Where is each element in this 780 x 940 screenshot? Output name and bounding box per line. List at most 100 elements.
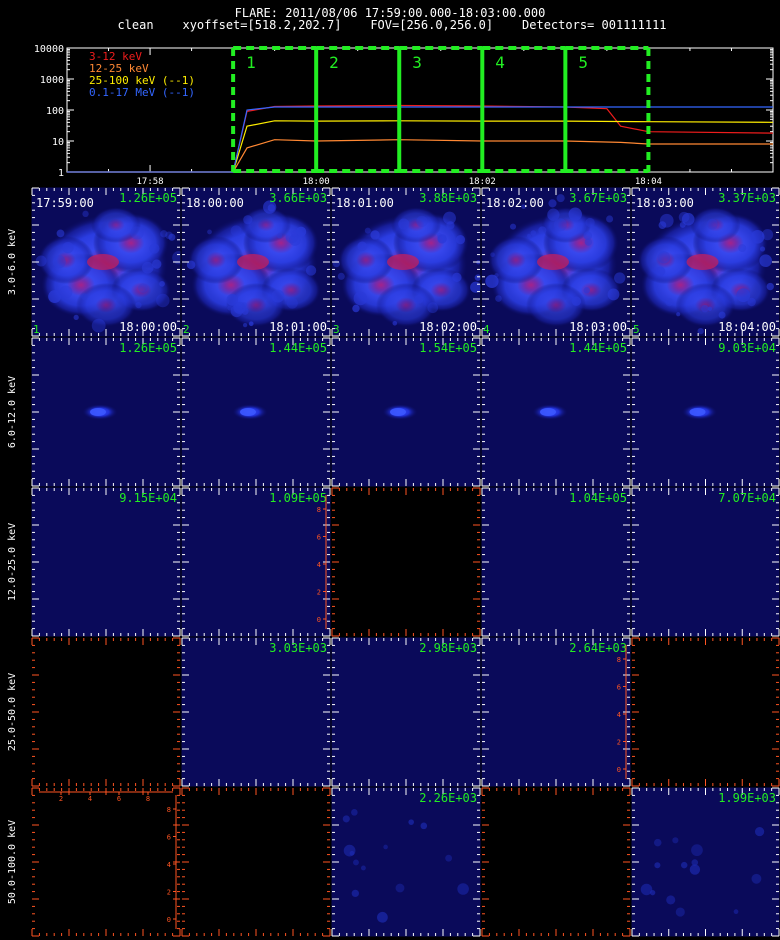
cell-axis-label: 6 bbox=[167, 834, 171, 842]
emission-speckle bbox=[52, 255, 66, 269]
y-tick-label: 10 bbox=[52, 137, 64, 148]
emission-speckle bbox=[35, 255, 47, 267]
cell-axis-label: 2 bbox=[167, 889, 171, 897]
emission-speckle bbox=[305, 265, 317, 276]
source-core bbox=[537, 254, 569, 270]
image-cell-r4-c3: 2.98E+03 bbox=[330, 636, 482, 788]
noise-speckle bbox=[395, 883, 405, 893]
energy-band-label: 50.0-100.0 keV bbox=[7, 820, 18, 904]
emission-speckle bbox=[267, 204, 276, 212]
emission-speckle bbox=[583, 287, 591, 294]
cell-background bbox=[31, 787, 181, 937]
end-time: 18:03:00 bbox=[569, 320, 627, 334]
start-time: 17:59:00 bbox=[36, 196, 94, 210]
column-number: 4 bbox=[483, 323, 490, 336]
emission-speckle bbox=[556, 194, 565, 203]
emission-speckle bbox=[455, 235, 466, 245]
emission-speckle bbox=[659, 213, 674, 228]
start-time: 18:02:00 bbox=[486, 196, 544, 210]
emission-speckle bbox=[286, 297, 298, 309]
emission-speckle bbox=[759, 254, 772, 268]
image-cell-r4-c1 bbox=[30, 636, 182, 788]
emission-speckle bbox=[392, 320, 398, 326]
noise-speckle bbox=[377, 911, 388, 923]
cell-axis-label: 6 bbox=[317, 534, 321, 542]
y-tick-label: 10000 bbox=[34, 44, 64, 55]
image-cell-r1-c2: 3.66E+03 18:00:00 18:01:00 2 bbox=[180, 186, 332, 338]
emission-speckle bbox=[414, 294, 424, 304]
source-core bbox=[387, 254, 419, 270]
cell-axis-label: 8 bbox=[146, 795, 150, 803]
peak-value: 2.98E+03 bbox=[419, 641, 477, 655]
interval-number: 3 bbox=[412, 53, 422, 72]
cell-axis-label: 2 bbox=[59, 795, 63, 803]
emission-speckle bbox=[538, 226, 547, 235]
emission-speckle bbox=[583, 231, 593, 240]
image-cell-r3-c5: 7.07E+04 bbox=[630, 486, 780, 638]
interval-number: 2 bbox=[329, 53, 339, 72]
emission-speckle bbox=[48, 290, 62, 304]
image-cell-r1-c5: 3.37E+03 18:03:00 18:04:00 5 bbox=[630, 186, 780, 338]
emission-speckle bbox=[452, 272, 462, 283]
emission-speckle bbox=[291, 230, 299, 238]
cell-axis-label: 0 bbox=[617, 766, 621, 774]
interval-number: 4 bbox=[495, 53, 505, 72]
emission-speckle bbox=[490, 252, 495, 258]
emission-speckle bbox=[706, 218, 718, 230]
emission-speckle bbox=[80, 293, 88, 300]
y-tick-label: 100 bbox=[46, 106, 64, 117]
column-number: 1 bbox=[33, 323, 40, 336]
emission-speckle bbox=[241, 302, 247, 308]
emission-speckle bbox=[606, 215, 614, 223]
peak-value: 9.03E+04 bbox=[718, 341, 776, 355]
source-core bbox=[87, 254, 119, 270]
peak-value: 1.54E+05 bbox=[419, 341, 477, 355]
figure-subtitle: clean xyoffset=[518.2,202.7] FOV=[256.0,… bbox=[117, 18, 666, 32]
flare-figure: FLARE: 2011/08/06 17:59:00.000-18:03:00.… bbox=[7, 6, 780, 938]
column-number: 2 bbox=[183, 323, 190, 336]
source-core bbox=[237, 254, 269, 270]
peak-value: 9.15E+04 bbox=[119, 491, 177, 505]
image-cell-r3-c4: 1.04E+05 bbox=[480, 486, 632, 638]
cell-background bbox=[481, 487, 631, 637]
emission-speckle bbox=[427, 302, 439, 314]
image-cell-r3-c3 bbox=[330, 486, 482, 638]
emission-speckle bbox=[585, 217, 595, 228]
emission-speckle bbox=[681, 212, 695, 226]
noise-speckle bbox=[353, 859, 359, 866]
energy-band-label: 25.0-50.0 keV bbox=[7, 673, 18, 751]
image-cell-r5-c5: 1.99E+03 bbox=[630, 786, 780, 938]
lightcurve-series-2 bbox=[67, 139, 773, 173]
peak-value: 3.37E+03 bbox=[718, 191, 776, 205]
emission-speckle bbox=[91, 318, 106, 333]
emission-speckle bbox=[718, 311, 726, 319]
source-core bbox=[689, 408, 706, 416]
cell-axis-label: 8 bbox=[167, 806, 171, 814]
cell-background bbox=[631, 487, 780, 637]
emission-speckle bbox=[759, 246, 766, 252]
peak-value: 1.26E+05 bbox=[119, 341, 177, 355]
emission-speckle bbox=[156, 293, 170, 308]
emission-speckle bbox=[130, 226, 144, 240]
noise-speckle bbox=[754, 826, 765, 837]
emission-speckle bbox=[242, 322, 248, 328]
image-cell-r2-c4: 1.44E+05 bbox=[480, 336, 632, 488]
x-tick-label: 18:00 bbox=[303, 177, 330, 187]
cell-axis-label: 6 bbox=[117, 795, 121, 803]
source-core bbox=[90, 408, 106, 416]
image-cell-r4-c5 bbox=[630, 636, 780, 788]
noise-speckle bbox=[351, 889, 359, 898]
end-time: 18:01:00 bbox=[269, 320, 327, 334]
image-cell-r5-c1 bbox=[30, 786, 182, 938]
emission-speckle bbox=[337, 272, 345, 280]
cell-axis-label: 8 bbox=[317, 506, 321, 514]
cell-axis-label: 0 bbox=[167, 916, 171, 924]
cell-background bbox=[481, 637, 631, 787]
emission-speckle bbox=[207, 229, 212, 235]
emission-speckle bbox=[676, 312, 681, 317]
peak-value: 1.04E+05 bbox=[569, 491, 627, 505]
image-cell-r5-c4 bbox=[480, 786, 632, 938]
emission-speckle bbox=[568, 207, 582, 221]
peak-value: 2.64E+03 bbox=[569, 641, 627, 655]
emission-speckle bbox=[73, 314, 79, 320]
